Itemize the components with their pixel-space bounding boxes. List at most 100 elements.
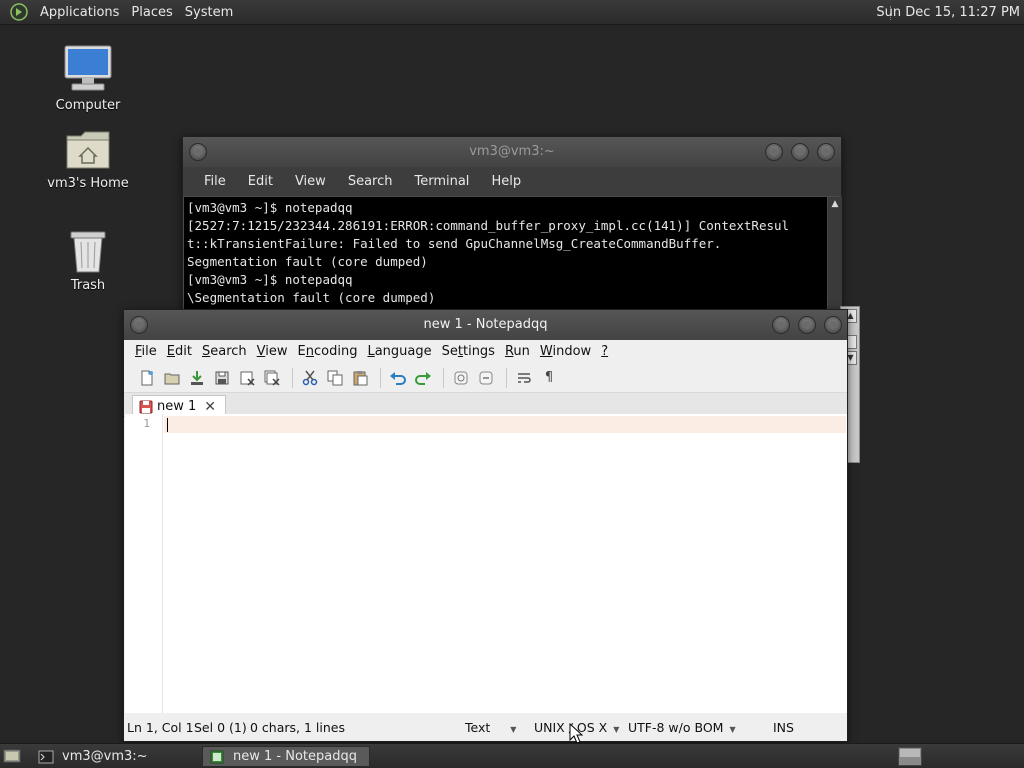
notepadqq-statusbar: Ln 1, Col 1 Sel 0 (1) 0 chars, 1 lines T… — [125, 714, 847, 741]
applications-menu[interactable]: Applications — [34, 0, 125, 25]
notepadqq-menubar: File Edit Search View Encoding Language … — [124, 340, 847, 363]
line-number: 1 — [143, 417, 150, 430]
copy-icon[interactable] — [324, 367, 346, 389]
terminal-line: \Segmentation fault (core dumped) — [187, 290, 436, 305]
open-folder-icon[interactable] — [161, 367, 183, 389]
selection-info: Sel 0 (1) — [194, 720, 247, 735]
terminal-line: Segmentation fault (core dumped) — [187, 254, 428, 269]
menu-help[interactable]: ? — [596, 344, 613, 359]
scroll-up-icon[interactable]: ▲ — [828, 197, 842, 211]
terminal-menu-terminal[interactable]: Terminal — [403, 174, 480, 189]
terminal-line: [vm3@vm3 ~]$ notepadqq — [187, 272, 353, 287]
desktop-icon-trash[interactable]: Trash — [38, 228, 138, 293]
zoom-in-icon[interactable] — [450, 367, 472, 389]
menu-view[interactable]: View — [252, 344, 293, 359]
save-all-icon[interactable] — [211, 367, 233, 389]
notepadqq-icon — [210, 750, 224, 763]
menu-search[interactable]: Search — [197, 344, 252, 359]
paste-icon[interactable] — [349, 367, 371, 389]
taskbar-item-notepadqq[interactable]: new 1 - Notepadqq — [202, 746, 370, 767]
menu-file[interactable]: File — [130, 344, 162, 359]
line-number-gutter: 1 — [125, 414, 163, 713]
terminal-menu-search[interactable]: Search — [337, 174, 404, 189]
taskbar-item-label: vm3@vm3:~ — [62, 749, 148, 764]
terminal-titlebar[interactable]: vm3@vm3:~ — [183, 137, 841, 167]
notepadqq-window: new 1 - Notepadqq File Edit Search View … — [123, 309, 848, 742]
maximize-button[interactable] — [791, 143, 809, 161]
menu-settings[interactable]: Settings — [437, 344, 500, 359]
toolbar-separator — [380, 367, 381, 388]
menu-encoding[interactable]: Encoding — [293, 344, 363, 359]
terminal-menu-help[interactable]: Help — [480, 174, 532, 189]
menu-language[interactable]: Language — [362, 344, 436, 359]
workspace-switcher[interactable] — [898, 747, 922, 766]
desktop-icon-label: Computer — [55, 98, 121, 113]
desktop-icon-label: Trash — [70, 278, 106, 293]
notepadqq-title: new 1 - Notepadqq — [423, 317, 548, 332]
maximize-button[interactable] — [798, 316, 816, 334]
show-all-characters-icon[interactable]: ¶ — [538, 367, 560, 389]
menu-window[interactable]: Window — [535, 344, 596, 359]
terminal-menubar: File Edit View Search Terminal Help — [183, 167, 841, 196]
terminal-line: [2527:7:1215/232344.286191:ERROR:command… — [187, 218, 790, 233]
terminal-icon — [38, 750, 54, 763]
terminal-menu-edit[interactable]: Edit — [237, 174, 284, 189]
home-folder-icon — [66, 131, 110, 169]
zoom-out-icon[interactable] — [475, 367, 497, 389]
new-file-icon[interactable] — [136, 367, 158, 389]
text-editor[interactable]: 1 — [125, 414, 847, 713]
word-wrap-icon[interactable] — [513, 367, 535, 389]
toolbar-separator — [292, 367, 293, 388]
tab-label: new 1 — [157, 399, 197, 414]
cursor-position: Ln 1, Col 1 — [127, 720, 194, 735]
cut-icon[interactable] — [299, 367, 321, 389]
chevron-down-icon: ▼ — [613, 725, 620, 734]
bottom-taskbar: vm3@vm3:~ new 1 - Notepadqq — [0, 743, 1024, 768]
terminal-menu-view[interactable]: View — [284, 174, 337, 189]
desktop-icon-home[interactable]: vm3's Home — [38, 128, 138, 191]
toolbar-separator — [443, 367, 444, 388]
undo-icon[interactable] — [387, 367, 409, 389]
close-tab-icon[interactable]: ✕ — [204, 399, 216, 415]
close-file-icon[interactable] — [236, 367, 258, 389]
desktop-icon-label: vm3's Home — [47, 176, 129, 191]
terminal-menu-file[interactable]: File — [193, 174, 237, 189]
places-menu[interactable]: Places — [125, 0, 178, 25]
taskbar-item-terminal[interactable]: vm3@vm3:~ — [32, 746, 200, 767]
system-menu[interactable]: System — [179, 0, 239, 25]
insert-mode[interactable]: INS — [773, 714, 794, 741]
notepadqq-titlebar[interactable]: new 1 - Notepadqq — [124, 310, 847, 340]
text-cursor — [167, 418, 168, 432]
encoding-selector[interactable]: UTF-8 w/o BOM ▼ — [628, 714, 736, 743]
current-line-highlight — [164, 416, 846, 433]
chevron-down-icon: ▼ — [729, 725, 736, 734]
distro-logo-icon[interactable] — [10, 3, 28, 21]
close-button[interactable] — [817, 143, 835, 161]
terminal-output[interactable]: [vm3@vm3 ~]$ notepadqq [2527:7:1215/2323… — [184, 197, 827, 313]
chevron-down-icon: ▼ — [510, 725, 517, 734]
desktop-icon-computer[interactable]: Computer — [38, 44, 138, 113]
computer-icon — [64, 45, 112, 91]
terminal-line: t::kTransientFailure: Failed to send Gpu… — [187, 236, 722, 251]
close-all-icon[interactable] — [261, 367, 283, 389]
minimize-button[interactable] — [765, 143, 783, 161]
language-selector[interactable]: Text ▼ — [465, 714, 516, 743]
notepadqq-toolbar: ¶ — [124, 363, 847, 393]
terminal-line: [vm3@vm3 ~]$ notepadqq — [187, 200, 353, 215]
save-icon[interactable] — [186, 367, 208, 389]
terminal-window: vm3@vm3:~ File Edit View Search Terminal… — [182, 136, 842, 313]
unsaved-file-icon — [139, 400, 153, 413]
redo-icon[interactable] — [412, 367, 434, 389]
document-counts: 0 chars, 1 lines — [250, 720, 345, 735]
close-button[interactable] — [824, 316, 842, 334]
terminal-title: vm3@vm3:~ — [469, 144, 555, 159]
taskbar-item-label: new 1 - Notepadqq — [233, 749, 357, 764]
show-desktop-icon[interactable] — [3, 748, 21, 764]
toolbar-separator — [506, 367, 507, 388]
menu-edit[interactable]: Edit — [162, 344, 197, 359]
menu-run[interactable]: Run — [500, 344, 535, 359]
mouse-pointer-icon — [569, 723, 583, 744]
minimize-button[interactable] — [772, 316, 790, 334]
clock[interactable]: Sun Dec 15, 11:27 PM — [876, 0, 1020, 25]
terminal-scrollbar[interactable]: ▲ — [828, 197, 842, 313]
